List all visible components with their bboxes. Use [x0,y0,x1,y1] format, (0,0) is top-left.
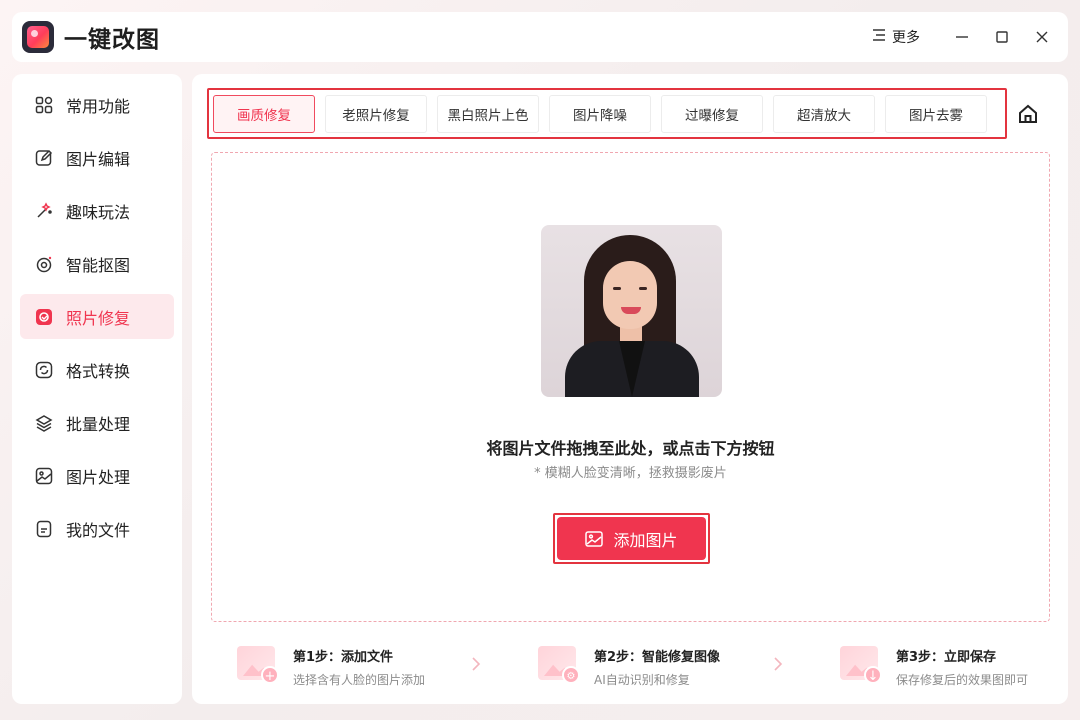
close-icon [1036,31,1048,43]
feature-tabs: 画质修复 老照片修复 黑白照片上色 图片降噪 过曝修复 超清放大 图片去雾 [207,88,1007,139]
maximize-icon [996,31,1008,43]
more-label: 更多 [892,30,920,46]
tab-quality-repair[interactable]: 画质修复 [213,94,315,133]
sidebar-item-photo-repair[interactable]: 照片修复 [20,294,174,339]
step-title: 第1步：添加文件 [293,650,394,665]
window-actions: 更多 [872,12,1068,62]
title-bar: 一键改图 更多 [12,12,1068,62]
app-title: 一键改图 [64,27,160,53]
sidebar-item-label: 照片修复 [66,308,131,328]
maximize-button[interactable] [982,17,1022,57]
step-save: ↓ 第3步：立即保存 保存修复后的效果图即可 [840,644,1028,688]
drop-zone-title: 将图片文件拖拽至此处，或点击下方按钮 [486,439,775,458]
close-button[interactable] [1022,17,1062,57]
steps-guide: + 第1步：添加文件 选择含有人脸的图片添加 ⚙ 第2步：智能修复图像 AI自动… [192,634,1068,694]
step-desc: 选择含有人脸的图片添加 [293,673,426,687]
layers-icon [34,413,54,433]
sidebar: 常用功能 图片编辑 趣味玩法 智能抠图 照片修复 格式转换 批量处理 图片处理 … [12,74,182,704]
save-icon: ↓ [840,644,884,684]
sidebar-item-cutout[interactable]: 智能抠图 [20,241,174,286]
sample-portrait-image [541,225,722,397]
add-file-icon: + [237,644,281,684]
photo-repair-icon [34,307,54,327]
drop-zone[interactable]: 将图片文件拖拽至此处，或点击下方按钮 * 模糊人脸变清晰，拯救摄影废片 添加图片 [211,152,1050,622]
sidebar-item-label: 我的文件 [66,520,131,540]
tab-denoise[interactable]: 图片降噪 [549,94,651,133]
add-image-label: 添加图片 [613,530,678,550]
menu-icon [872,28,886,46]
sidebar-item-batch[interactable]: 批量处理 [20,400,174,445]
sidebar-item-fun[interactable]: 趣味玩法 [20,188,174,233]
drop-zone-subtitle: * 模糊人脸变清晰，拯救摄影废片 [534,466,727,481]
sidebar-item-label: 图片编辑 [66,149,131,169]
home-button[interactable] [1016,102,1040,126]
grid-icon [34,95,54,115]
add-image-button[interactable]: 添加图片 [557,517,706,560]
convert-icon [34,360,54,380]
image-icon [585,530,604,547]
sidebar-item-format-convert[interactable]: 格式转换 [20,347,174,392]
step-desc: 保存修复后的效果图即可 [896,673,1029,687]
tab-overexposure-repair[interactable]: 过曝修复 [661,94,763,133]
more-button[interactable]: 更多 [872,27,920,47]
step-add-file: + 第1步：添加文件 选择含有人脸的图片添加 [237,644,425,688]
app-logo-icon [22,21,54,53]
magic-wand-icon [34,201,54,221]
step-desc: AI自动识别和修复 [594,673,690,687]
tab-colorize[interactable]: 黑白照片上色 [437,94,539,133]
sidebar-item-image-edit[interactable]: 图片编辑 [20,135,174,180]
sidebar-item-label: 图片处理 [66,467,131,487]
sidebar-item-label: 批量处理 [66,414,131,434]
smart-repair-icon: ⚙ [538,644,582,684]
home-icon [1019,104,1037,123]
tab-upscale[interactable]: 超清放大 [773,94,875,133]
sidebar-item-image-process[interactable]: 图片处理 [20,453,174,498]
step-smart-repair: ⚙ 第2步：智能修复图像 AI自动识别和修复 [538,644,720,688]
minimize-icon [956,36,968,38]
image-icon [34,466,54,486]
cutout-icon [34,254,54,274]
sidebar-item-label: 趣味玩法 [66,202,131,222]
tab-old-photo-repair[interactable]: 老照片修复 [325,94,427,133]
edit-icon [34,148,54,168]
sidebar-item-label: 格式转换 [66,361,131,381]
main-panel: 画质修复 老照片修复 黑白照片上色 图片降噪 过曝修复 超清放大 图片去雾 将图… [192,74,1068,704]
step-title: 第2步：智能修复图像 [594,650,721,665]
sidebar-item-my-files[interactable]: 我的文件 [20,506,174,551]
chevron-right-icon [472,657,481,671]
step-title: 第3步：立即保存 [896,650,997,665]
chevron-right-icon [774,657,783,671]
sidebar-item-common[interactable]: 常用功能 [20,82,174,127]
file-icon [34,519,54,539]
sidebar-item-label: 智能抠图 [66,255,131,275]
tab-dehaze[interactable]: 图片去雾 [885,94,987,133]
minimize-button[interactable] [942,17,982,57]
sidebar-item-label: 常用功能 [66,96,131,116]
